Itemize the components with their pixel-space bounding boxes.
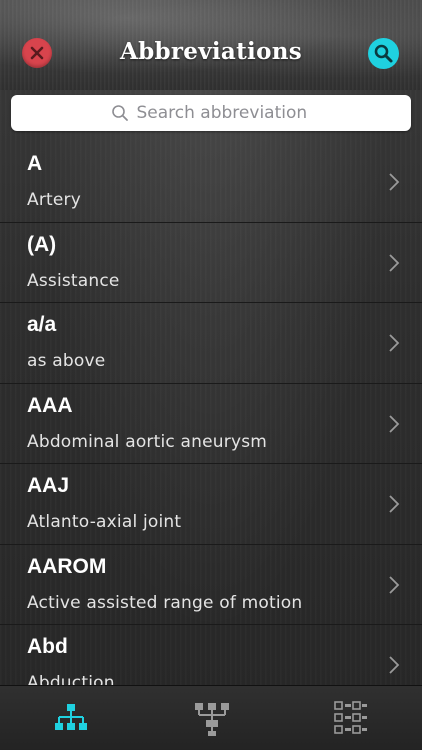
magnifier-icon (111, 105, 128, 121)
abbreviation-label: (A) (27, 232, 57, 256)
chevron-right-icon (389, 414, 400, 433)
abbreviation-meaning: Atlanto-axial joint (27, 512, 182, 532)
abbreviation-label: AAROM (27, 554, 107, 578)
abbreviation-meaning: Artery (27, 190, 81, 210)
abbreviation-label: A (27, 152, 43, 175)
chevron-right-icon (389, 334, 400, 352)
chevron-right-icon (389, 253, 400, 272)
hierarchy-icon (55, 704, 87, 730)
abbreviation-meaning: as above (27, 351, 106, 371)
abbreviation-meaning: Abduction (27, 673, 115, 685)
search-icon (374, 44, 393, 63)
abbreviation-label: AAA (27, 393, 73, 417)
nav-header: Abbreviations (0, 0, 422, 90)
abbreviation-label: a/a (27, 313, 57, 336)
chevron-right-icon (389, 656, 400, 674)
tab-abbreviations[interactable] (0, 686, 140, 750)
list-item[interactable]: (A) Assistance (0, 223, 422, 303)
abbreviation-meaning: Abdominal aortic aneurysm (27, 431, 268, 452)
search-input[interactable] (136, 103, 312, 123)
list-item[interactable]: AAROM Active assisted range of motion (0, 545, 422, 625)
tab-categories[interactable] (141, 686, 281, 750)
app-screen: Abbreviations A Artery (A) Assistance (0, 0, 422, 750)
page-title: Abbreviations (119, 38, 303, 65)
list-item[interactable]: A Artery (0, 142, 422, 223)
tab-bar (0, 685, 422, 750)
checklist-icon (334, 701, 367, 734)
search-button[interactable] (368, 38, 399, 69)
abbreviation-label: AAJ (27, 474, 70, 497)
tab-checklist[interactable] (282, 686, 422, 750)
chevron-right-icon (389, 495, 400, 513)
list-item[interactable]: a/a as above (0, 303, 422, 384)
chevron-right-icon (389, 173, 400, 191)
abbreviation-meaning: Assistance (27, 270, 120, 291)
chevron-right-icon (389, 575, 400, 594)
abbreviation-list: A Artery (A) Assistance a/a as above AAA… (0, 142, 422, 685)
search-bar[interactable] (11, 95, 411, 131)
tree-icon (195, 703, 229, 736)
abbreviation-meaning: Active assisted range of motion (27, 592, 303, 613)
list-item[interactable]: Abd Abduction (0, 625, 422, 685)
list-item[interactable]: AAA Abdominal aortic aneurysm (0, 384, 422, 464)
list-item[interactable]: AAJ Atlanto-axial joint (0, 464, 422, 545)
abbreviation-label: Abd (27, 635, 68, 658)
